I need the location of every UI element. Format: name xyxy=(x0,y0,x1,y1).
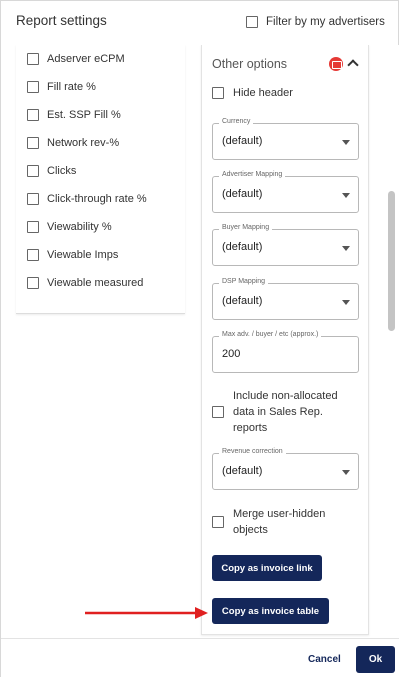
metric-checkbox-est-ssp-fill[interactable]: Est. SSP Fill % xyxy=(27,107,121,123)
cancel-button[interactable]: Cancel xyxy=(308,654,341,665)
report-settings-dialog: Report settings Filter by my advertisers… xyxy=(0,0,399,677)
field-label: Revenue correction xyxy=(219,448,286,455)
field-label: DSP Mapping xyxy=(219,278,269,285)
metric-checkbox-ctr[interactable]: Click-through rate % xyxy=(27,191,147,207)
metric-label: Adserver eCPM xyxy=(47,53,125,65)
checkbox-box[interactable] xyxy=(27,249,39,261)
other-options-card: Other options Hide header Currency (defa… xyxy=(201,45,369,635)
metric-label: Viewability % xyxy=(47,221,112,233)
include-nonallocated-label: Include non-allocated data in Sales Rep.… xyxy=(233,390,338,434)
dropdown-caret-icon xyxy=(342,246,350,251)
metric-checkbox-adserver-ecpm[interactable]: Adserver eCPM xyxy=(27,51,125,67)
filter-label: Filter by my advertisers xyxy=(266,16,385,28)
metric-label: Viewable Imps xyxy=(47,249,119,261)
checkbox-box[interactable] xyxy=(27,53,39,65)
scrollbar-thumb[interactable] xyxy=(388,191,395,331)
checkbox-box[interactable] xyxy=(246,16,258,28)
dropdown-caret-icon xyxy=(342,300,350,305)
field-label: Max adv. / buyer / etc (approx.) xyxy=(219,331,322,338)
revenue-correction-select[interactable]: Revenue correction (default) xyxy=(212,448,359,490)
checkbox-box[interactable] xyxy=(27,109,39,121)
ok-button[interactable]: Ok xyxy=(356,646,395,673)
checkbox-box[interactable] xyxy=(212,87,224,99)
checkbox-box[interactable] xyxy=(212,406,224,418)
dropdown-caret-icon xyxy=(342,193,350,198)
dialog-header: Report settings Filter by my advertisers xyxy=(1,1,399,45)
copy-invoice-link-button[interactable]: Copy as invoice link xyxy=(212,555,322,581)
merge-hidden-checkbox[interactable]: Merge user-hidden objects xyxy=(212,506,338,538)
metric-label: Network rev-% xyxy=(47,137,120,149)
filter-by-advertisers-checkbox[interactable]: Filter by my advertisers xyxy=(246,16,385,28)
arrow-right-icon xyxy=(85,607,208,619)
dsp-mapping-select[interactable]: DSP Mapping (default) xyxy=(212,278,359,320)
dialog-title: Report settings xyxy=(16,13,107,28)
field-value: (default) xyxy=(222,295,263,307)
chevron-up-icon[interactable] xyxy=(346,56,360,70)
field-value: 200 xyxy=(222,348,241,360)
metric-checkbox-viewability[interactable]: Viewability % xyxy=(27,219,112,235)
metric-checkbox-fill-rate[interactable]: Fill rate % xyxy=(27,79,96,95)
metric-label: Viewable measured xyxy=(47,277,144,289)
checkbox-box[interactable] xyxy=(27,137,39,149)
dialog-content[interactable]: Adserver eCPM Fill rate % Est. SSP Fill … xyxy=(1,45,399,638)
dropdown-caret-icon xyxy=(342,140,350,145)
checkbox-box[interactable] xyxy=(212,516,224,528)
metric-checkbox-clicks[interactable]: Clicks xyxy=(27,163,76,179)
metric-label: Fill rate % xyxy=(47,81,96,93)
hide-header-label: Hide header xyxy=(233,87,293,99)
checkbox-box[interactable] xyxy=(27,81,39,93)
metrics-card: Adserver eCPM Fill rate % Est. SSP Fill … xyxy=(16,45,185,314)
advertiser-mapping-select[interactable]: Advertiser Mapping (default) xyxy=(212,171,359,213)
dialog-footer: Cancel Ok xyxy=(1,638,399,677)
checkbox-box[interactable] xyxy=(27,221,39,233)
field-value: (default) xyxy=(222,135,263,147)
metric-label: Clicks xyxy=(47,165,77,177)
field-value: (default) xyxy=(222,241,263,253)
field-label: Buyer Mapping xyxy=(219,224,273,231)
max-adv-input[interactable]: Max adv. / buyer / etc (approx.) 200 xyxy=(212,331,359,373)
dropdown-caret-icon xyxy=(342,470,350,475)
metric-checkbox-network-rev[interactable]: Network rev-% xyxy=(27,135,119,151)
field-label: Advertiser Mapping xyxy=(219,171,286,178)
metric-checkbox-viewable-measured[interactable]: Viewable measured xyxy=(27,275,143,291)
checkbox-box[interactable] xyxy=(27,277,39,289)
field-label: Currency xyxy=(219,118,254,125)
field-value: (default) xyxy=(222,188,263,200)
include-nonallocated-checkbox[interactable]: Include non-allocated data in Sales Rep.… xyxy=(212,388,345,436)
metric-label: Click-through rate % xyxy=(47,193,147,205)
buyer-mapping-select[interactable]: Buyer Mapping (default) xyxy=(212,224,359,266)
section-title: Other options xyxy=(212,57,288,71)
checkbox-box[interactable] xyxy=(27,165,39,177)
merge-hidden-label: Merge user-hidden objects xyxy=(233,508,326,536)
field-value: (default) xyxy=(222,465,263,477)
copy-invoice-table-button[interactable]: Copy as invoice table xyxy=(212,598,329,624)
hide-header-checkbox[interactable]: Hide header xyxy=(212,85,293,101)
metric-checkbox-viewable-imps[interactable]: Viewable Imps xyxy=(27,247,118,263)
metric-label: Est. SSP Fill % xyxy=(47,109,121,121)
badge-icon xyxy=(329,57,343,71)
checkbox-box[interactable] xyxy=(27,193,39,205)
currency-select[interactable]: Currency (default) xyxy=(212,118,359,160)
